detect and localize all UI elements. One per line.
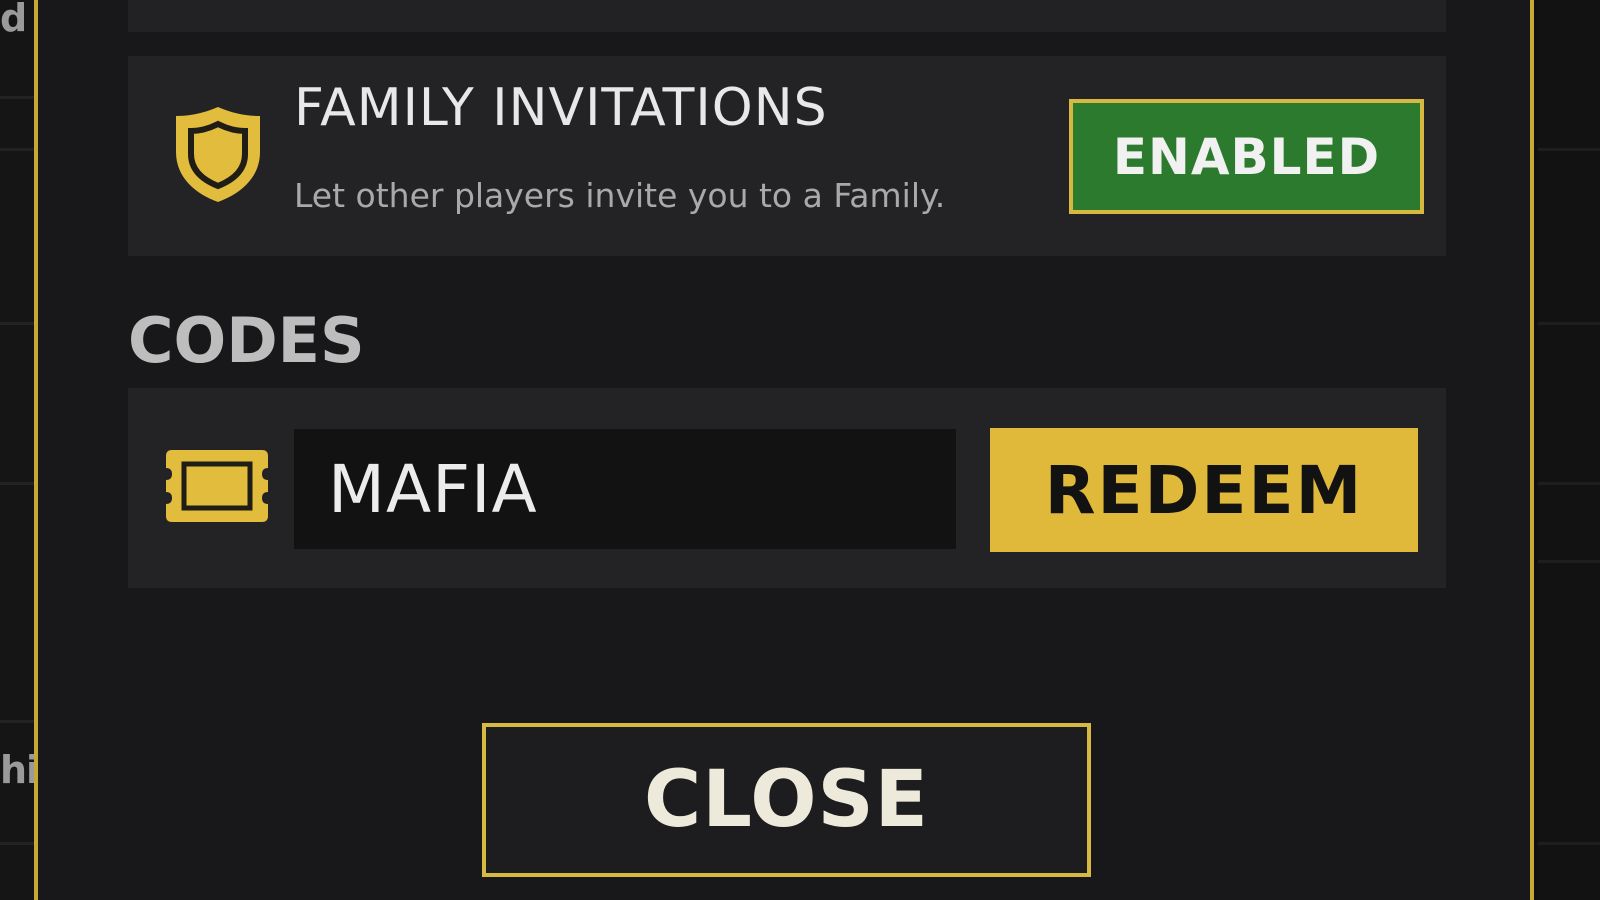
background-divider bbox=[1538, 842, 1600, 845]
family-invitations-toggle-button[interactable]: ENABLED bbox=[1069, 99, 1424, 214]
screen: d hi FAMILY INVITATIONS Let other player… bbox=[0, 0, 1600, 900]
previous-setting-card bbox=[128, 0, 1446, 32]
family-invitations-description: Let other players invite you to a Family… bbox=[294, 176, 946, 215]
background-left: d hi bbox=[0, 0, 39, 900]
shield-icon bbox=[176, 107, 260, 202]
family-invitations-title: FAMILY INVITATIONS bbox=[294, 78, 828, 138]
background-divider bbox=[0, 96, 36, 99]
background-right bbox=[1538, 0, 1600, 900]
background-divider bbox=[1538, 560, 1600, 563]
ticket-icon bbox=[166, 450, 268, 522]
background-divider bbox=[0, 322, 36, 325]
close-button[interactable]: CLOSE bbox=[482, 723, 1091, 877]
background-divider bbox=[1538, 322, 1600, 325]
background-divider bbox=[0, 842, 36, 845]
codes-heading: CODES bbox=[128, 304, 365, 377]
background-text: d bbox=[0, 0, 27, 40]
background-divider bbox=[1538, 148, 1600, 151]
background-divider bbox=[0, 482, 36, 485]
background-divider bbox=[0, 148, 36, 151]
background-divider bbox=[1538, 482, 1600, 485]
background-text: hi bbox=[0, 748, 39, 792]
code-input[interactable] bbox=[294, 429, 956, 549]
redeem-button[interactable]: REDEEM bbox=[990, 428, 1418, 552]
background-divider bbox=[0, 720, 36, 723]
